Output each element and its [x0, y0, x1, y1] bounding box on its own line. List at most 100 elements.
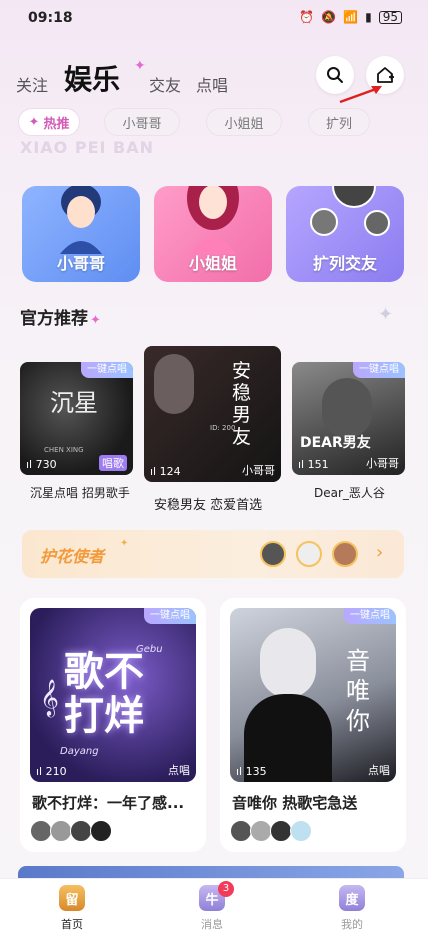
- friend-avatar-large: [332, 186, 376, 208]
- cover-person-image: [154, 354, 194, 414]
- signal-bars-icon: ıl: [36, 765, 43, 778]
- member-avatar: [270, 820, 292, 842]
- recommend-caption: 沉星点唱 招男歌手: [30, 486, 130, 500]
- room-cover: 一键点唱 音唯你 ıl 135 点唱: [230, 608, 396, 782]
- tab-sing[interactable]: 点唱: [196, 72, 228, 96]
- tab-label: 消息: [201, 918, 223, 931]
- category-expand-friends[interactable]: 扩列交友: [286, 186, 404, 282]
- recommend-card-3[interactable]: 一键点唱 DEAR男友 ıl 151 小哥哥: [292, 362, 405, 475]
- signal-bars-icon: ıl: [236, 765, 243, 778]
- category-boys[interactable]: 小哥哥: [22, 186, 140, 282]
- red-arrow-annotation: [339, 86, 382, 104]
- one-click-sing-badge: 一键点唱: [144, 608, 196, 624]
- guardian-avatar: [296, 541, 322, 567]
- chip-girls[interactable]: 小姐姐: [206, 108, 282, 136]
- member-avatar: [50, 820, 72, 842]
- listener-count: ıl 135: [236, 765, 267, 778]
- one-click-sing-badge: 一键点唱: [344, 608, 396, 624]
- bottom-tab-bar: 留 首页 牛 3 消息 度 我的: [0, 878, 428, 941]
- status-bar: 09:18 ⏰ 🔕 📶 ▮ 95: [0, 0, 428, 36]
- friend-avatar: [310, 208, 338, 236]
- cover-art-text: 音唯你: [346, 647, 370, 735]
- room-card-2[interactable]: 一键点唱 音唯你 ıl 135 点唱 音唯你 热歌宅急送: [220, 598, 406, 852]
- alarm-icon: ⏰: [299, 10, 315, 24]
- member-avatar: [30, 820, 52, 842]
- room-tag: 唱歌: [99, 455, 127, 471]
- friend-avatar: [364, 210, 390, 236]
- sparkle-icon: ✦: [28, 114, 40, 130]
- cover-person-image: [322, 378, 372, 438]
- banner-title: 护花使者: [40, 547, 105, 566]
- one-click-sing-badge: 一键点唱: [81, 362, 133, 378]
- listener-count: ıl 124: [150, 465, 181, 478]
- tab-label: 首页: [61, 918, 83, 931]
- signal-bars-icon: ıl: [26, 458, 33, 471]
- member-avatar: [90, 820, 112, 842]
- tab-label: 我的: [341, 918, 363, 931]
- cover-art-subtext: CHEN XING: [44, 446, 84, 454]
- member-avatar: [230, 820, 252, 842]
- chip-boys[interactable]: 小哥哥: [104, 108, 180, 136]
- tab-entertainment[interactable]: 娱乐: [64, 58, 120, 98]
- category-label: 小姐姐: [188, 254, 237, 273]
- status-time: 09:18: [28, 10, 73, 26]
- sparkle-icon: ✦: [134, 58, 146, 74]
- tab-friends[interactable]: 交友: [149, 72, 181, 96]
- flower-guardian-banner[interactable]: 护花使者 ✦ ›: [22, 530, 404, 578]
- boy-illustration: [52, 186, 110, 254]
- room-title: 音唯你 热歌宅急送: [232, 794, 358, 812]
- cover-art-text: 沉星: [50, 389, 98, 417]
- sparkle-icon: ✦: [90, 313, 101, 328]
- tab-home[interactable]: 留 首页: [32, 885, 112, 932]
- cover-art-subtext: Dayang: [60, 746, 99, 757]
- filter-chips: ✦ 热推 小哥哥 小姐姐 扩列: [18, 108, 418, 138]
- tab-profile[interactable]: 度 我的: [312, 885, 392, 932]
- recommend-caption: Dear_恶人谷: [314, 486, 385, 500]
- recommend-card-2[interactable]: 安稳男友 ID: 200 ıl 124 小哥哥: [144, 346, 281, 482]
- battery-icon: 95: [378, 10, 402, 24]
- cover-person-head: [260, 628, 316, 698]
- tab-messages[interactable]: 牛 3 消息: [172, 881, 252, 932]
- category-label: 扩列交友: [312, 254, 377, 273]
- room-tag: 点唱: [368, 764, 390, 777]
- room-title: 歌不打烊：一年了感...: [32, 794, 185, 812]
- cover-art-subtext: ID: 200: [210, 424, 236, 432]
- listener-count: ıl 151: [298, 458, 329, 471]
- mute-icon: 🔕: [321, 10, 337, 24]
- add-home-icon: [377, 67, 394, 83]
- chip-hot[interactable]: ✦ 热推: [18, 108, 80, 136]
- recommend-card-1[interactable]: 一键点唱 沉星 CHEN XING ıl 730 唱歌: [20, 362, 133, 475]
- guardian-avatar: [332, 541, 358, 567]
- signal-bars-icon: ıl: [298, 458, 305, 471]
- search-icon: [327, 67, 343, 83]
- wifi-icon: 📶: [343, 10, 359, 24]
- room-card-1[interactable]: 一键点唱 Gebu 歌不打烊 Dayang 𝄞 ıl 210 点唱 歌不打烊：一…: [20, 598, 206, 852]
- recommend-caption: 安稳男友 恋爱首选: [154, 498, 263, 513]
- profile-icon: 度: [339, 885, 365, 911]
- room-cover: 一键点唱 Gebu 歌不打烊 Dayang 𝄞 ıl 210 点唱: [30, 608, 196, 782]
- treble-clef-icon: 𝄞: [40, 678, 59, 716]
- chip-expand[interactable]: 扩列: [308, 108, 370, 136]
- unread-badge: 3: [218, 881, 234, 897]
- listener-count: ıl 210: [36, 765, 67, 778]
- listener-count: ıl 730: [26, 458, 57, 471]
- signal-bars-icon: ıl: [150, 465, 157, 478]
- room-tag: 点唱: [168, 764, 190, 777]
- sparkle-icon: ✦: [120, 538, 129, 549]
- chevron-right-icon: ›: [376, 542, 384, 563]
- tab-follow[interactable]: 关注: [16, 72, 48, 96]
- member-avatar: [250, 820, 272, 842]
- status-icons: ⏰ 🔕 📶 ▮ 95: [299, 10, 402, 24]
- sparkle-decoration-icon: ✦: [378, 304, 394, 325]
- room-tag: 小哥哥: [242, 464, 275, 477]
- girl-illustration: [180, 186, 246, 254]
- chip-label: 热推: [43, 116, 70, 132]
- category-girls[interactable]: 小姐姐: [154, 186, 272, 282]
- home-icon: 留: [59, 885, 85, 911]
- cover-art-text: 歌不打烊: [64, 648, 144, 739]
- signal-icon: ▮: [365, 10, 372, 24]
- section-title: 官方推荐 ✦: [20, 309, 101, 329]
- member-avatar: [290, 820, 312, 842]
- one-click-sing-badge: 一键点唱: [353, 362, 405, 378]
- cover-art-text: DEAR男友: [300, 435, 371, 451]
